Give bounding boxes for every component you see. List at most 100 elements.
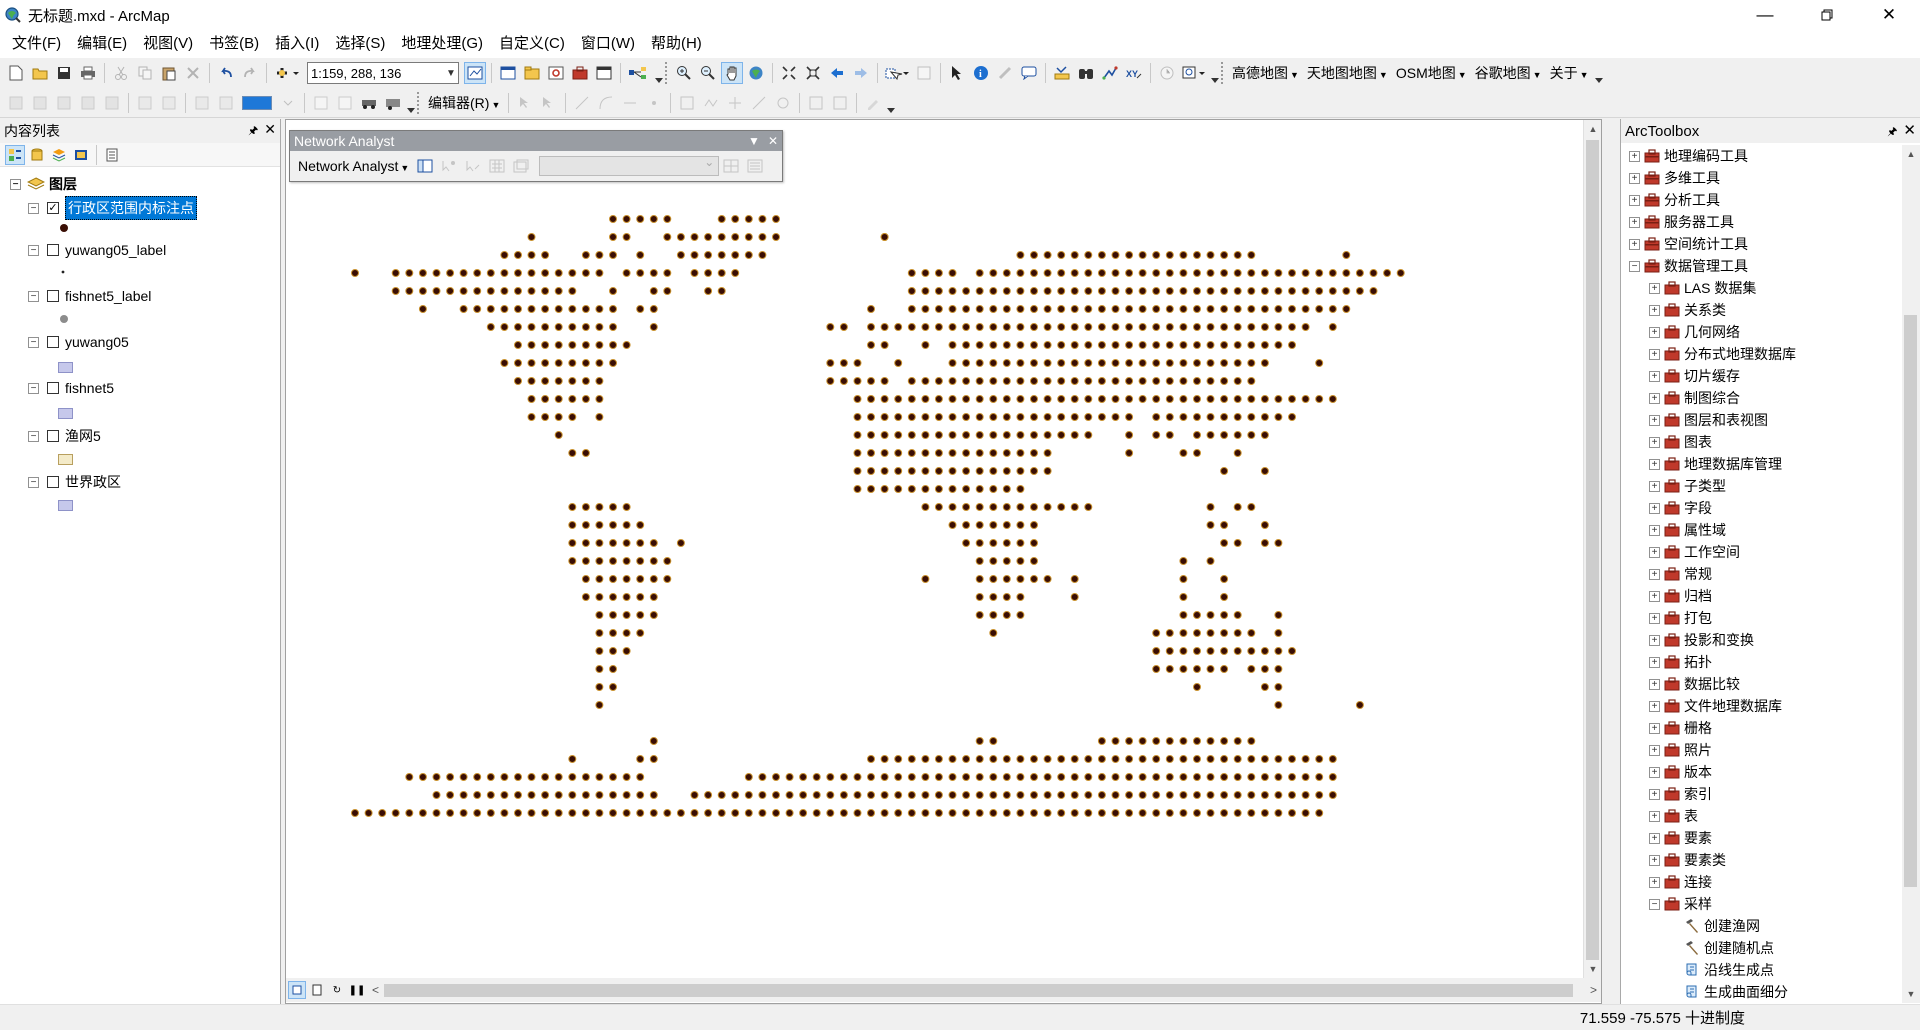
close-pane-icon[interactable]: ✕ bbox=[1903, 122, 1916, 139]
raster-tool-icon[interactable] bbox=[191, 92, 213, 114]
expand-icon[interactable]: + bbox=[1649, 370, 1660, 382]
layer-name[interactable]: fishnet5_label bbox=[65, 288, 151, 304]
expand-icon[interactable]: + bbox=[1649, 282, 1660, 294]
menu-customize[interactable]: 自定义(C) bbox=[491, 30, 573, 58]
toolbox-node[interactable]: − 数据管理工具 bbox=[1629, 255, 1748, 277]
expand-icon[interactable]: + bbox=[1649, 436, 1660, 448]
toolbar-options-icon[interactable] bbox=[655, 61, 663, 85]
map-display[interactable]: ▲ ▼ ↻ ❚❚ < > bbox=[285, 119, 1602, 1004]
expand-icon[interactable]: + bbox=[1649, 854, 1660, 866]
table-of-contents-icon[interactable] bbox=[497, 62, 519, 84]
dropdown-icon[interactable] bbox=[277, 92, 299, 114]
catalog-window-icon[interactable] bbox=[521, 62, 543, 84]
zoom-in-icon[interactable] bbox=[673, 62, 695, 84]
expand-icon[interactable]: + bbox=[1649, 788, 1660, 800]
pan-icon[interactable] bbox=[721, 62, 743, 84]
toolset-node[interactable]: + 地理数据库管理 bbox=[1649, 453, 1782, 475]
toolbox-node[interactable]: + 地理编码工具 bbox=[1629, 145, 1748, 167]
layer-row-admin-points[interactable]: − ✓ 行政区范围内标注点 bbox=[28, 196, 197, 220]
expand-icon[interactable]: + bbox=[1649, 766, 1660, 778]
scroll-down-icon[interactable]: ▼ bbox=[1584, 960, 1602, 978]
page-view-icon[interactable] bbox=[334, 92, 356, 114]
expand-icon[interactable]: + bbox=[1629, 150, 1640, 162]
layer-name[interactable]: 世界政区 bbox=[65, 472, 121, 492]
build-network-icon[interactable] bbox=[720, 155, 742, 177]
collapse-icon[interactable]: − bbox=[28, 430, 39, 442]
layer-visibility-checkbox[interactable] bbox=[47, 244, 59, 256]
save-icon[interactable] bbox=[53, 62, 75, 84]
toolbar-grip[interactable] bbox=[417, 91, 421, 114]
scrollbar-thumb[interactable] bbox=[1586, 140, 1599, 960]
time-slider-icon[interactable] bbox=[1156, 62, 1178, 84]
cut-polygons-icon[interactable] bbox=[724, 92, 746, 114]
toolbar-grip[interactable] bbox=[665, 62, 669, 84]
expand-icon[interactable]: + bbox=[1649, 546, 1660, 558]
network-analyst-menu[interactable]: Network Analyst ▼ bbox=[294, 158, 413, 174]
toolset-node[interactable]: + 要素类 bbox=[1649, 849, 1726, 871]
delete-icon[interactable] bbox=[182, 62, 204, 84]
collapse-icon[interactable]: − bbox=[28, 290, 39, 302]
full-extent-icon[interactable] bbox=[745, 62, 767, 84]
toolset-node[interactable]: + 数据比较 bbox=[1649, 673, 1740, 695]
menu-insert[interactable]: 插入(I) bbox=[267, 30, 327, 58]
expand-icon[interactable]: + bbox=[1649, 612, 1660, 624]
tool-node[interactable]: 生成曲面细分 bbox=[1669, 981, 1788, 1003]
clear-selection-icon[interactable] bbox=[913, 62, 935, 84]
expand-icon[interactable]: + bbox=[1629, 216, 1640, 228]
toolbar-grip[interactable] bbox=[1221, 62, 1225, 84]
select-elements-icon[interactable] bbox=[946, 62, 968, 84]
expand-icon[interactable]: + bbox=[1649, 392, 1660, 404]
sketch-properties-icon[interactable] bbox=[829, 92, 851, 114]
expand-icon[interactable]: + bbox=[1649, 590, 1660, 602]
pin-icon[interactable]: 🖈 bbox=[248, 125, 258, 137]
toolset-node[interactable]: + 图表 bbox=[1649, 431, 1712, 453]
layout-view-icon[interactable] bbox=[310, 92, 332, 114]
create-viewer-icon[interactable] bbox=[1180, 62, 1208, 84]
network-identify-icon[interactable] bbox=[744, 155, 766, 177]
cut-icon[interactable] bbox=[110, 62, 132, 84]
copy-icon[interactable] bbox=[134, 62, 156, 84]
toolset-node[interactable]: + 表 bbox=[1649, 805, 1698, 827]
layer-name[interactable]: fishnet5 bbox=[65, 380, 114, 396]
toolset-node[interactable]: + 连接 bbox=[1649, 871, 1712, 893]
georef-icon[interactable] bbox=[5, 92, 27, 114]
arctoolbox-window-icon[interactable] bbox=[569, 62, 591, 84]
toolset-node[interactable]: + 归档 bbox=[1649, 585, 1712, 607]
print-icon[interactable] bbox=[77, 62, 99, 84]
reshape-icon[interactable] bbox=[700, 92, 722, 114]
toolset-node[interactable]: + 要素 bbox=[1649, 827, 1712, 849]
editor-menu[interactable]: 编辑器(R) ▼ bbox=[424, 93, 504, 113]
search-window-icon[interactable] bbox=[545, 62, 567, 84]
menu-edit[interactable]: 编辑(E) bbox=[69, 30, 135, 58]
edit-vertices-icon[interactable] bbox=[676, 92, 698, 114]
layers-root[interactable]: − 图层 bbox=[10, 174, 77, 194]
pin-icon[interactable]: 🖈 bbox=[1887, 126, 1897, 138]
expand-icon[interactable]: + bbox=[1649, 634, 1660, 646]
expand-icon[interactable]: + bbox=[1649, 568, 1660, 580]
close-icon[interactable]: ✕ bbox=[1858, 0, 1920, 30]
expand-icon[interactable]: + bbox=[1649, 304, 1660, 316]
layer-name[interactable]: 行政区范围内标注点 bbox=[65, 196, 197, 220]
layer-row-yuwang05-label[interactable]: − yuwang05_label bbox=[28, 242, 166, 258]
paste-icon[interactable] bbox=[158, 62, 180, 84]
list-by-selection-icon[interactable] bbox=[71, 145, 91, 165]
network-analyst-toolbar[interactable]: Network Analyst ▼ ✕ Network Analyst ▼ bbox=[289, 130, 783, 182]
zoom-out-icon[interactable] bbox=[697, 62, 719, 84]
toolbox-vertical-scrollbar[interactable]: ▲ ▼ bbox=[1902, 145, 1920, 1003]
restore-icon[interactable] bbox=[1796, 0, 1858, 30]
expand-icon[interactable]: + bbox=[1649, 678, 1660, 690]
expand-icon[interactable]: + bbox=[1649, 458, 1660, 470]
layer-visibility-checkbox[interactable] bbox=[47, 336, 59, 348]
layer-name[interactable]: yuwang05_label bbox=[65, 242, 166, 258]
find-icon[interactable] bbox=[1075, 62, 1097, 84]
collapse-icon[interactable]: − bbox=[1629, 260, 1640, 272]
scrollbar-thumb[interactable] bbox=[384, 984, 1573, 997]
expand-icon[interactable]: + bbox=[1649, 722, 1660, 734]
collapse-icon[interactable]: − bbox=[28, 382, 39, 394]
new-document-icon[interactable] bbox=[5, 62, 27, 84]
python-window-icon[interactable] bbox=[593, 62, 615, 84]
expand-icon[interactable]: + bbox=[1649, 480, 1660, 492]
map-horizontal-scrollbar[interactable]: < > bbox=[372, 981, 1597, 999]
toolset-node[interactable]: + 切片缓存 bbox=[1649, 365, 1740, 387]
layer-visibility-checkbox[interactable] bbox=[47, 430, 59, 442]
